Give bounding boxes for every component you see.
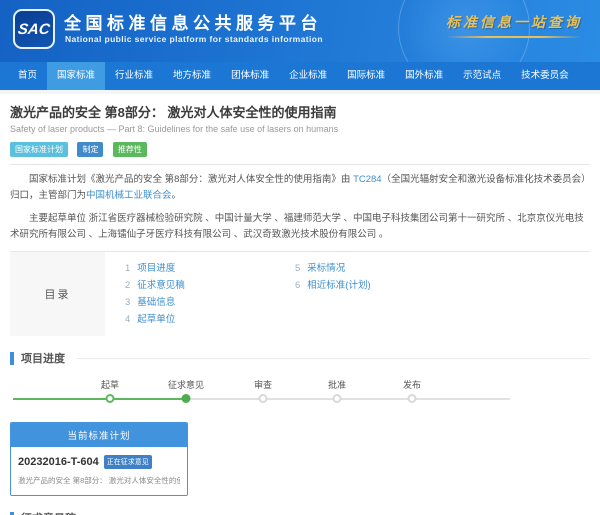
- timeline-pending-line: [186, 398, 510, 400]
- section-title: 项目进度: [21, 350, 65, 366]
- toc-column-2: 5 采标情况 6 相近标准(计划): [295, 260, 465, 328]
- content-area: 激光产品的安全 第8部分： 激光对人体安全性的使用指南 Safety of la…: [0, 94, 600, 515]
- divider: [10, 164, 590, 165]
- tag-recommended: 推荐性: [113, 142, 147, 157]
- step-label-publish: 发布: [403, 378, 421, 391]
- toc-link: 相近标准(计划): [307, 280, 370, 291]
- plan-number-row: 20232016-T-604 正在征求意见: [18, 455, 180, 469]
- intro-paragraph-1: 国家标准计划《激光产品的安全 第8部分：激光对人体安全性的使用指南》由 TC28…: [10, 172, 590, 204]
- step-node-publish: [408, 394, 417, 403]
- nav-item-local-standards[interactable]: 地方标准: [163, 62, 221, 90]
- current-plan-card[interactable]: 当前标准计划 20232016-T-604 正在征求意见 激光产品的安全 第8部…: [10, 422, 188, 496]
- step-node-comments: [182, 394, 191, 403]
- toc-num: 5: [295, 263, 300, 274]
- nav-item-enterprise-standards[interactable]: 企业标准: [279, 62, 337, 90]
- toc-column-1: 1 项目进度 2 征求意见稿 3 基础信息 4 起草单位: [125, 260, 295, 328]
- toc-link: 项目进度: [137, 263, 175, 274]
- site-subtitle: National public service platform for sta…: [65, 34, 323, 44]
- site-header: SAC 全国标准信息公共服务平台 National public service…: [0, 0, 600, 62]
- toc-item-basic-info[interactable]: 3 基础信息: [125, 294, 295, 311]
- toc-box: 目录 1 项目进度 2 征求意见稿 3 基础信息 4 起草单位 5 采标情况 6 相近标准(…: [10, 252, 590, 336]
- slogan-text: 标准信息一站查询: [446, 12, 582, 32]
- nav-item-national-standards[interactable]: 国家标准: [47, 62, 105, 90]
- sac-logo-text: SAC: [17, 21, 51, 38]
- toc-item-adoption[interactable]: 5 采标情况: [295, 260, 465, 277]
- site-title: 全国标准信息公共服务平台: [64, 9, 322, 34]
- step-label-approval: 批准: [328, 378, 346, 391]
- status-badge: 正在征求意见: [104, 455, 152, 469]
- nav-item-home[interactable]: 首页: [8, 62, 47, 90]
- timeline-completed-line: [13, 398, 186, 400]
- section-project-progress: 项目进度: [10, 350, 590, 366]
- toc-columns: 1 项目进度 2 征求意见稿 3 基础信息 4 起草单位 5 采标情况 6 相近标准(计划): [105, 252, 465, 336]
- section-rule: [77, 358, 590, 359]
- sac-logo-icon[interactable]: SAC: [13, 9, 55, 49]
- progress-timeline: 起草 征求意见 审查 批准 发布: [10, 374, 590, 412]
- page: SAC 全国标准信息公共服务平台 National public service…: [0, 0, 600, 515]
- section-draft: 征求意见稿: [10, 510, 590, 515]
- toc-item-drafting-units[interactable]: 4 起草单位: [125, 311, 295, 328]
- toc-item-similar-standards[interactable]: 6 相近标准(计划): [295, 277, 465, 294]
- toc-item-draft[interactable]: 2 征求意见稿: [125, 277, 295, 294]
- slogan-banner: 标准信息一站查询: [446, 12, 582, 38]
- toc-num: 2: [125, 280, 130, 291]
- step-label-review: 审查: [254, 378, 272, 391]
- step-node-review: [259, 394, 268, 403]
- plan-number: 20232016-T-604: [18, 456, 99, 468]
- standard-title-cn: 激光产品的安全 第8部分： 激光对人体安全性的使用指南: [10, 102, 590, 121]
- toc-link: 征求意见稿: [137, 280, 185, 291]
- toc-num: 4: [125, 314, 130, 325]
- toc-link: 基础信息: [137, 297, 175, 308]
- step-label-draft: 起草: [101, 378, 119, 391]
- plan-name: 激光产品的安全 第8部分： 激光对人体安全性的使用指南: [18, 475, 180, 486]
- intro-p1-suffix: 。: [172, 190, 182, 201]
- step-label-comments: 征求意见: [168, 378, 204, 391]
- ministry-link[interactable]: 中国机械工业联合会: [86, 190, 172, 201]
- intro-paragraph-2: 主要起草单位 浙江省医疗器械检验研究院 、中国计量大学 、福建师范大学 、中国电…: [10, 211, 590, 243]
- toc-label: 目录: [10, 252, 105, 336]
- standard-title-en: Safety of laser products — Part 8: Guide…: [10, 124, 590, 134]
- main-nav: 首页 国家标准 行业标准 地方标准 团体标准 企业标准 国际标准 国外标准 示范…: [0, 62, 600, 90]
- nav-item-pilot[interactable]: 示范试点: [453, 62, 511, 90]
- nav-item-international-standards[interactable]: 国际标准: [337, 62, 395, 90]
- section-accent-bar: [10, 352, 14, 365]
- step-node-approval: [333, 394, 342, 403]
- intro-p1-prefix: 国家标准计划《激光产品的安全 第8部分：激光对人体安全性的使用指南》由: [29, 174, 353, 185]
- standard-header: 激光产品的安全 第8部分： 激光对人体安全性的使用指南 Safety of la…: [10, 94, 590, 165]
- toc-link: 起草单位: [137, 314, 175, 325]
- toc-item-project-progress[interactable]: 1 项目进度: [125, 260, 295, 277]
- tag-national-standard-plan: 国家标准计划: [10, 142, 68, 157]
- toc-num: 6: [295, 280, 300, 291]
- step-node-draft: [106, 394, 115, 403]
- toc-num: 1: [125, 263, 130, 274]
- section-accent-bar: [10, 512, 14, 515]
- current-plan-card-body: 20232016-T-604 正在征求意见 激光产品的安全 第8部分： 激光对人…: [11, 447, 187, 495]
- nav-item-technical-committee[interactable]: 技术委员会: [511, 62, 579, 90]
- nav-item-foreign-standards[interactable]: 国外标准: [395, 62, 453, 90]
- tag-formulate: 制定: [77, 142, 103, 157]
- toc-link: 采标情况: [307, 263, 345, 274]
- toc-num: 3: [125, 297, 130, 308]
- nav-item-group-standards[interactable]: 团体标准: [221, 62, 279, 90]
- nav-item-industry-standards[interactable]: 行业标准: [105, 62, 163, 90]
- tc284-link[interactable]: TC284: [353, 174, 382, 185]
- slogan-underline: [446, 36, 582, 38]
- section-title: 征求意见稿: [21, 510, 76, 515]
- standard-tags: 国家标准计划 制定 推荐性: [10, 139, 590, 157]
- current-plan-card-title: 当前标准计划: [11, 423, 187, 447]
